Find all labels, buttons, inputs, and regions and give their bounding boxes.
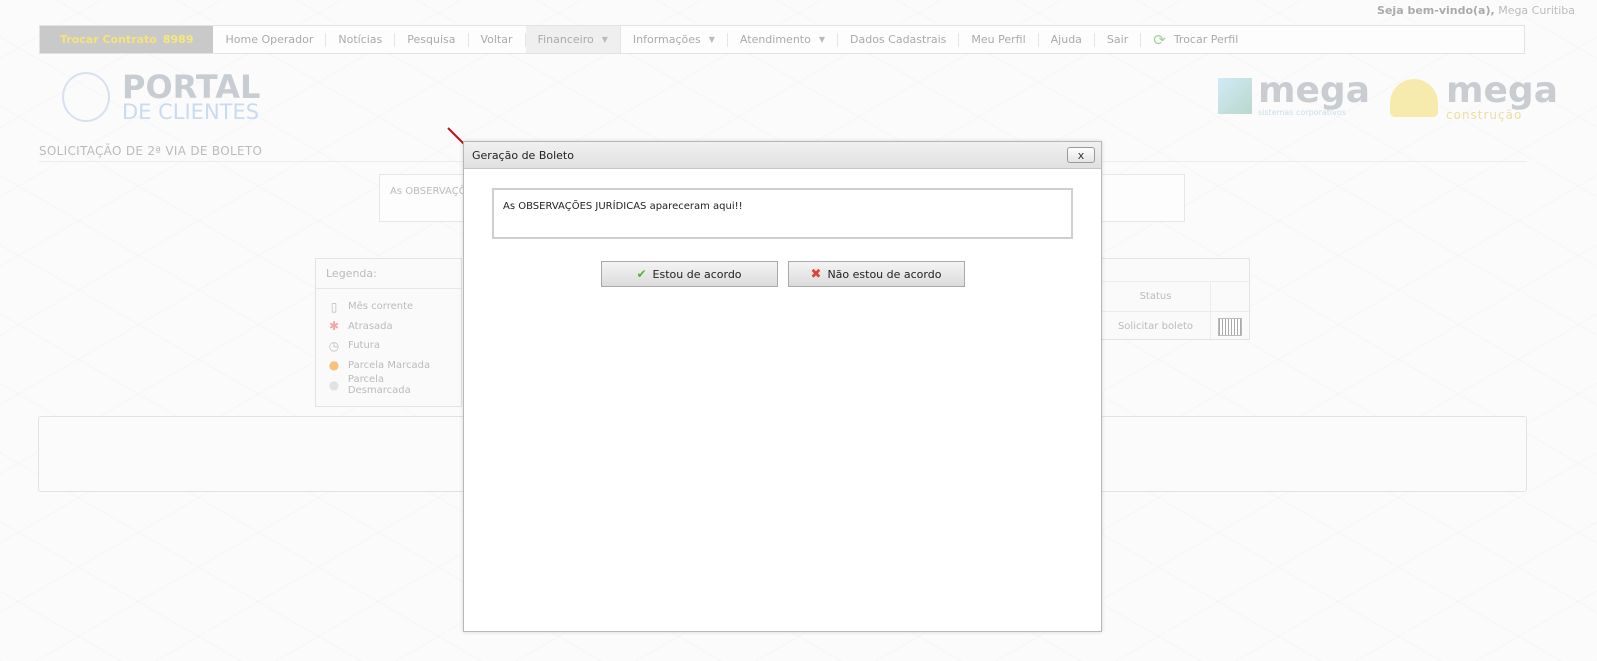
table-header-row: Status [1101,282,1249,312]
checkmark-icon: ✔ [636,267,647,281]
nav-label: Meu Perfil [971,32,1026,46]
request-boleto-link[interactable]: Solicitar boleto [1101,321,1210,332]
legend-item: ● Parcela Marcada [328,356,449,376]
switch-contract-label: Trocar Contrato [60,33,157,46]
nav-trocar-perfil[interactable]: ⟳ Trocar Perfil [1141,30,1250,49]
clock-icon: ◷ [328,338,340,353]
legend-panel: Legenda: ▯ Mês corrente ✱ Atrasada ◷ Fut… [315,258,462,407]
reject-label: Não estou de acordo [827,267,942,281]
logo-line1: PORTAL [122,68,261,106]
mega-construcao-logo: mega construção [1390,70,1558,122]
calendar-icon: ▯ [330,299,338,314]
welcome-message: Seja bem-vindo(a), Mega Curitiba [1377,4,1575,17]
legend-label: Mês corrente [348,301,414,313]
nav-label: Dados Cadastrais [850,32,947,46]
legend-item: ▯ Mês corrente [328,297,449,317]
marked-circle-icon: ● [328,358,340,373]
chevron-down-icon: ▼ [601,34,608,44]
mega-word: mega [1258,70,1370,111]
x-mark-icon: ✖ [810,266,822,282]
portal-clientes-logo: PORTAL DE CLIENTES [62,68,261,124]
nav-label: Voltar [480,32,513,46]
status-column-header: Status [1139,291,1172,302]
chevron-down-icon: ▼ [818,34,825,44]
nav-meu-perfil[interactable]: Meu Perfil [959,32,1039,47]
accept-button[interactable]: ✔ Estou de acordo [600,261,778,287]
legend-item: ◷ Futura [328,336,449,356]
nav-ajuda[interactable]: Ajuda [1039,32,1095,47]
legend-label: Parcela Desmarcada [347,373,411,396]
accept-label: Estou de acordo [652,267,742,281]
legend-label: Futura [348,340,381,352]
nav-home-operador[interactable]: Home Operador [213,32,327,47]
dialog-title: Geração de Boleto [472,148,574,162]
chevron-down-icon: ▼ [708,34,715,44]
legal-observations-text: As OBSERVAÇÕES JURÍDICAS apareceram aqui… [503,201,743,212]
unmarked-circle-icon: ● [328,377,340,392]
legend-label: Atrasada [348,320,393,332]
asterisk-icon: ✱ [328,319,340,334]
mega-word: mega [1446,70,1558,111]
observations-text: As OBSERVAÇÕ [390,186,467,197]
user-support-icon [62,72,110,122]
dialog-titlebar: Geração de Boleto x [464,142,1101,169]
mega-sistemas-logo: mega sistemas corporativos [1218,70,1370,117]
page-title: SOLICITAÇÃO DE 2ª VIA DE BOLETO [39,144,263,158]
close-icon: x [1077,148,1085,162]
legal-observations-box: As OBSERVAÇÕES JURÍDICAS apareceram aqui… [492,188,1073,239]
nav-label: Pesquisa [407,32,456,46]
nav-label: Home Operador [225,32,314,46]
legend-label: Parcela Marcada [348,359,431,371]
cube-logo-icon [1218,77,1252,114]
legend-title: Legenda: [316,259,461,289]
contract-number: 8989 [162,33,194,46]
barcode-icon[interactable] [1218,317,1242,336]
nav-informacoes[interactable]: Informações ▼ [621,32,728,47]
legend-item: ✱ Atrasada [328,317,449,337]
close-button[interactable]: x [1067,147,1095,163]
nav-financeiro[interactable]: Financeiro ▼ [525,26,621,53]
nav-label: Sair [1106,32,1129,46]
nav-atendimento[interactable]: Atendimento ▼ [728,32,838,47]
nav-label: Atendimento [739,32,811,46]
refresh-icon: ⟳ [1153,30,1166,49]
nav-noticias[interactable]: Notícias [326,32,396,47]
status-table: Status Solicitar boleto [1100,258,1250,341]
logo-line2: DE CLIENTES [122,100,260,124]
legend-item: ● Parcela Desmarcada [328,373,449,396]
nav-label: Ajuda [1050,32,1082,46]
dialog-actions: ✔ Estou de acordo ✖ Não estou de acordo [464,261,1101,287]
nav-voltar[interactable]: Voltar [469,32,526,47]
nav-label: Informações [632,32,701,46]
table-top [1101,259,1249,282]
nav-label: Notícias [338,32,383,46]
user-name: Mega Curitiba [1498,4,1575,17]
nav-sair[interactable]: Sair [1095,32,1142,47]
nav-label: Trocar Perfil [1173,32,1239,46]
nav-dados-cadastrais[interactable]: Dados Cadastrais [838,32,960,47]
table-row: Solicitar boleto [1101,312,1249,341]
nav-pesquisa[interactable]: Pesquisa [395,32,469,47]
switch-contract-button[interactable]: Trocar Contrato 8989 [40,26,214,53]
reject-button[interactable]: ✖ Não estou de acordo [787,261,965,287]
welcome-label: Seja bem-vindo(a), [1377,4,1495,17]
main-navbar: Trocar Contrato 8989 Home Operador Notíc… [39,25,1525,54]
empty-header-cell [1210,282,1249,311]
barcode-cell [1210,312,1249,341]
boleto-dialog: Geração de Boleto x As OBSERVAÇÕES JURÍD… [463,141,1102,632]
helmet-logo-icon [1390,79,1438,117]
nav-label: Financeiro [537,32,594,46]
